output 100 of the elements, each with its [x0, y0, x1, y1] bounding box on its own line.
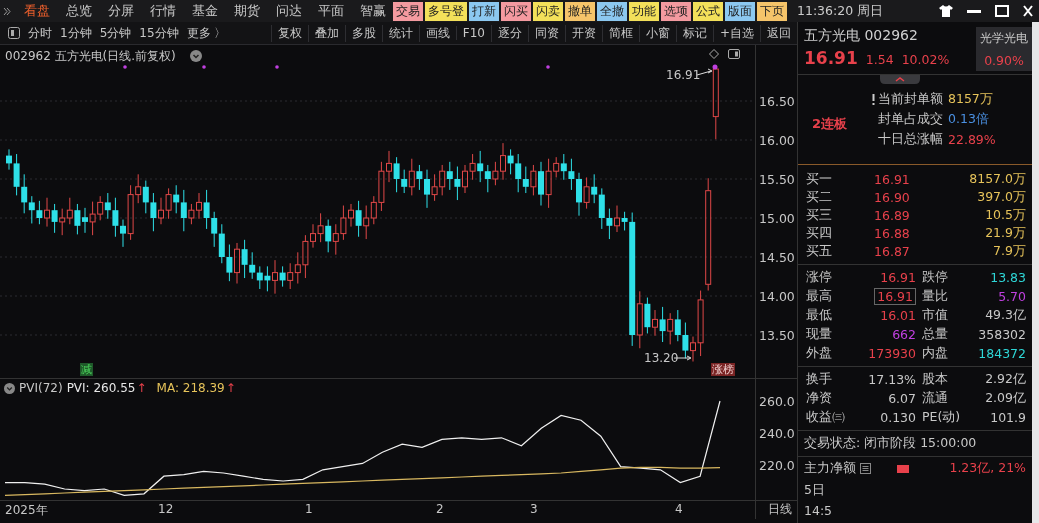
list-icon[interactable] [860, 463, 871, 474]
quick-button[interactable]: 打新 [469, 1, 499, 21]
quick-button[interactable]: 选项 [661, 1, 691, 21]
menu-tab[interactable]: 行情 [150, 2, 176, 20]
seal-value: 0.13倍 [948, 110, 989, 128]
seal-label: 十日总涨幅 [878, 130, 943, 148]
quick-button[interactable]: 版面 [725, 1, 755, 21]
bid-level: 买三 [806, 206, 833, 224]
panel-icon[interactable] [8, 27, 20, 39]
quick-button[interactable]: 闪卖 [533, 1, 563, 21]
skin-icon[interactable] [939, 5, 953, 17]
stat-label: 内盘 [922, 345, 949, 362]
sector-card[interactable]: 光学光电 0.90% [976, 27, 1032, 71]
quick-button[interactable]: 功能 [629, 1, 659, 21]
stat-value: 49.3亿 [985, 307, 1026, 322]
stat-label: 流通 [922, 390, 949, 407]
toolbar-button[interactable]: 叠加 [307, 24, 345, 42]
quick-button[interactable]: 公式 [693, 1, 723, 21]
stat-label: 最低 [806, 307, 833, 324]
dropdown-icon[interactable] [190, 50, 202, 62]
indicator-reading: PVI: 260.55 [66, 381, 136, 395]
stat-value: 2.09亿 [985, 390, 1026, 405]
chevron-icon[interactable] [3, 6, 11, 16]
price-axis-label: 13.50 [759, 328, 795, 343]
menu-tab[interactable]: 基金 [192, 2, 218, 20]
marker-dot [712, 64, 718, 70]
minimize-icon[interactable] [967, 9, 981, 13]
toolbar-button[interactable]: +自选 [712, 24, 760, 42]
chart-title: 002962 五方光电(日线.前复权) [5, 48, 176, 65]
menu-tab[interactable]: 平面 [318, 2, 344, 20]
toolbar-button[interactable]: F10 [455, 26, 491, 40]
menu-tab[interactable]: 分屏 [108, 2, 134, 20]
indicator-axis-label: 260.0 [759, 394, 795, 409]
quick-button[interactable]: 交易 [393, 1, 423, 21]
panel-icon[interactable] [728, 49, 740, 59]
toolbar-button[interactable]: 标记 [675, 24, 713, 42]
toolbar-button[interactable]: 统计 [381, 24, 419, 42]
stat-label: 总量 [922, 326, 949, 343]
price-change: 1.54 [865, 52, 894, 67]
quick-button[interactable]: 撤单 [565, 1, 595, 21]
toolbar-button[interactable]: 画线 [418, 24, 456, 42]
menu-tab[interactable]: 总览 [66, 2, 92, 20]
trend-arrow: ↑ [225, 381, 236, 395]
period-tab[interactable]: 1分钟 [60, 24, 92, 42]
maximize-icon[interactable] [995, 5, 1009, 17]
toolbar-button[interactable]: 开资 [564, 24, 602, 42]
low-price-label: 13.20 [644, 351, 679, 365]
bid-volume: 21.9万 [984, 224, 1026, 242]
bid-volume: 397.0万 [976, 188, 1026, 206]
collapse-tab[interactable] [880, 75, 920, 84]
stat-value: 5.70 [998, 289, 1026, 304]
period-tab[interactable]: 更多 〉 [186, 24, 227, 42]
menu-tab[interactable]: 智赢 [360, 2, 386, 20]
toolbar-button[interactable]: 同资 [527, 24, 565, 42]
period-tab[interactable]: 15分钟 [139, 24, 179, 42]
quick-button[interactable]: 全撤 [597, 1, 627, 21]
close-icon[interactable] [1023, 5, 1033, 17]
seal-value: 8157万 [948, 90, 993, 108]
flow-bar-icon [897, 464, 909, 473]
flow-label: 主力净额 [804, 460, 856, 477]
toolbar-button[interactable]: 多股 [344, 24, 382, 42]
period-tab[interactable]: 分时 [28, 24, 52, 42]
stat-label: PE(动) [922, 409, 962, 426]
toolbar-button[interactable]: 小窗 [638, 24, 676, 42]
stat-value: 101.9 [990, 410, 1026, 425]
bid-level: 买一 [806, 170, 833, 188]
toolbar-button[interactable]: 逐分 [490, 24, 528, 42]
seal-value: 22.89% [948, 131, 996, 147]
toolbar-button[interactable]: 复权 [270, 24, 308, 42]
quick-button[interactable]: 下页 [757, 1, 787, 21]
signal-badge: 涨榜 [711, 363, 735, 376]
quick-button[interactable]: 闪买 [501, 1, 531, 21]
toolbar-button[interactable]: 返回 [760, 24, 797, 42]
info-icon[interactable] [872, 93, 875, 105]
price-axis-label: 14.50 [759, 250, 795, 265]
high-price-label: 16.91 [666, 68, 701, 82]
stat-label: 收益㈢ [806, 409, 846, 426]
marker-dot [546, 65, 550, 69]
bid-volume: 7.9万 [992, 242, 1026, 260]
toolbar-button[interactable]: 简框 [601, 24, 639, 42]
stat-value: 184372 [978, 346, 1026, 361]
seal-label: 当前封单额 [878, 90, 943, 108]
menu-tab[interactable]: 看盘 [24, 2, 50, 20]
period-label: 日线 [767, 501, 792, 518]
indicator-axis-label: 240.0 [759, 426, 795, 441]
flow-value: 1.23亿, 21% [949, 460, 1026, 477]
menu-tab[interactable]: 期货 [234, 2, 260, 20]
diamond-icon[interactable] [709, 49, 719, 59]
indicator-reading: MA: 218.39 [156, 381, 225, 395]
date-axis-label: 12 [158, 502, 174, 516]
bid-volume: 8157.0万 [968, 170, 1026, 188]
scrollbar[interactable] [1032, 22, 1039, 523]
quick-button[interactable]: 多号登 [425, 1, 467, 21]
price-axis-label: 15.00 [759, 211, 795, 226]
flow-row-label: 5日 [803, 481, 826, 499]
period-tab[interactable]: 5分钟 [99, 24, 132, 42]
dropdown-icon[interactable] [4, 382, 15, 394]
menu-tab[interactable]: 问达 [276, 2, 302, 20]
stat-value: 2.92亿 [985, 371, 1026, 386]
price-axis-label: 14.00 [759, 289, 795, 304]
